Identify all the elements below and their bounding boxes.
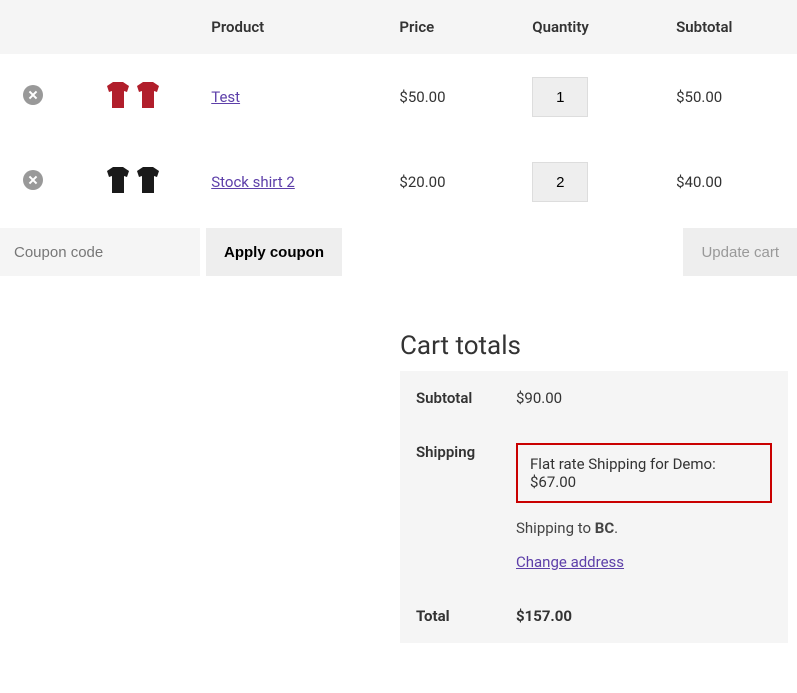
shipping-destination: Shipping to BC. bbox=[516, 519, 772, 537]
subtotal-label: Subtotal bbox=[400, 371, 500, 425]
total-label: Total bbox=[400, 589, 500, 643]
table-row: Stock shirt 2 $20.00 $40.00 bbox=[0, 140, 797, 225]
product-thumbnail[interactable] bbox=[105, 165, 161, 195]
product-link[interactable]: Test bbox=[211, 88, 240, 106]
cart-actions: Apply coupon Update cart bbox=[0, 228, 797, 276]
cart-totals-title: Cart totals bbox=[400, 331, 788, 361]
table-row: Test $50.00 $50.00 bbox=[0, 55, 797, 140]
remove-item-button[interactable] bbox=[23, 170, 43, 190]
header-quantity: Quantity bbox=[520, 0, 664, 55]
shipping-label: Shipping bbox=[400, 425, 500, 589]
header-subtotal: Subtotal bbox=[664, 0, 797, 55]
remove-item-button[interactable] bbox=[23, 85, 43, 105]
product-subtotal: $40.00 bbox=[664, 140, 797, 225]
apply-coupon-button[interactable]: Apply coupon bbox=[206, 228, 342, 276]
product-price: $20.00 bbox=[387, 140, 520, 225]
shipping-method: Flat rate Shipping for Demo: $67.00 bbox=[516, 443, 772, 503]
cart-totals: Cart totals Subtotal $90.00 Shipping Fla… bbox=[400, 331, 788, 643]
header-product: Product bbox=[199, 0, 387, 55]
product-thumbnail[interactable] bbox=[105, 80, 161, 110]
update-cart-button[interactable]: Update cart bbox=[683, 228, 797, 276]
total-value: $157.00 bbox=[500, 589, 788, 643]
change-address-link[interactable]: Change address bbox=[516, 553, 624, 571]
subtotal-value: $90.00 bbox=[500, 371, 788, 425]
header-price: Price bbox=[387, 0, 520, 55]
product-link[interactable]: Stock shirt 2 bbox=[211, 173, 295, 191]
coupon-input[interactable] bbox=[0, 228, 200, 276]
product-subtotal: $50.00 bbox=[664, 55, 797, 140]
quantity-input[interactable] bbox=[532, 162, 588, 202]
cart-table: Product Price Quantity Subtotal Test $50… bbox=[0, 0, 797, 224]
quantity-input[interactable] bbox=[532, 77, 588, 117]
product-price: $50.00 bbox=[387, 55, 520, 140]
